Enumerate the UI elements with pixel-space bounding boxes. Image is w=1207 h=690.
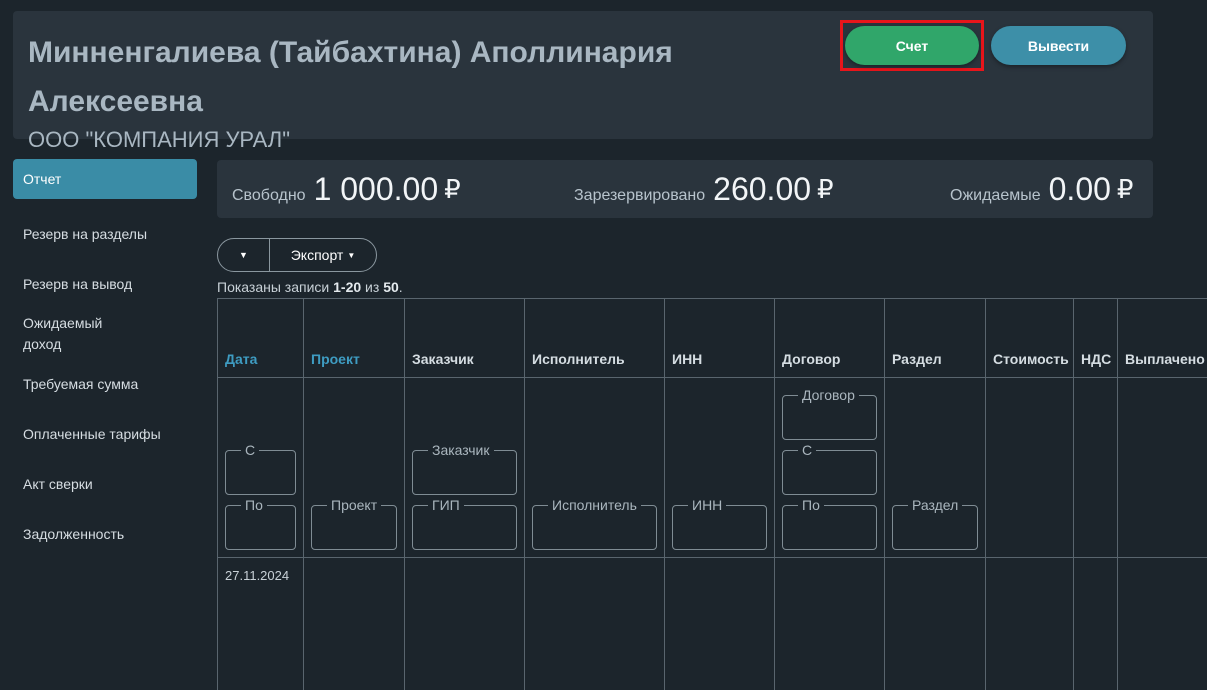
export-label: Экспорт	[290, 247, 344, 263]
caret-down-icon: ▼	[239, 250, 248, 260]
column-header-customer: Заказчик	[404, 298, 525, 378]
ruble-icon: ₽	[817, 173, 834, 204]
balance-reserved-label: Зарезервировано	[574, 187, 706, 204]
balance-free: Свободно 1 000.00 ₽	[232, 160, 461, 218]
column-header-date[interactable]: Дата	[217, 298, 304, 378]
column-header-inn: ИНН	[664, 298, 775, 378]
withdraw-button[interactable]: Вывести	[991, 26, 1126, 65]
cell-inn	[664, 557, 775, 690]
contract-to-filter[interactable]: По	[782, 497, 877, 550]
cell-contractor	[524, 557, 665, 690]
invoice-button[interactable]: Счет	[845, 26, 979, 65]
report-table: Дата Проект Заказчик Исполнитель ИНН Дог…	[217, 298, 1207, 690]
filter-cell-vat	[1073, 377, 1118, 558]
column-header-vat: НДС	[1073, 298, 1118, 378]
filter-cell-section: Раздел	[884, 377, 986, 558]
table-header-row: Дата Проект Заказчик Исполнитель ИНН Дог…	[217, 298, 1207, 378]
records-range: 1-20	[333, 279, 362, 295]
filter-row: С По Проект Заказчик ГИП Исполнитель ИНН…	[217, 377, 1207, 558]
table-toolbar: ▼ Экспорт ▼	[217, 238, 377, 272]
column-header-contractor: Исполнитель	[524, 298, 665, 378]
balance-expected: Ожидаемые 0.00 ₽	[950, 160, 1133, 218]
cell-customer	[404, 557, 525, 690]
filter-cell-project: Проект	[303, 377, 405, 558]
date-from-filter[interactable]: С	[225, 442, 296, 495]
cell-date: 27.11.2024	[217, 557, 304, 690]
balance-free-label: Свободно	[232, 187, 306, 204]
sidebar: Отчет Резерв на разделы Резерв на вывод …	[13, 159, 197, 559]
ruble-icon: ₽	[444, 173, 461, 204]
cell-section	[884, 557, 986, 690]
cell-project	[303, 557, 405, 690]
filter-cell-date: С По	[217, 377, 304, 558]
column-header-section: Раздел	[884, 298, 986, 378]
filter-cell-paid	[1117, 377, 1207, 558]
column-header-contract: Договор	[774, 298, 885, 378]
gip-filter[interactable]: ГИП	[412, 497, 517, 550]
balance-expected-label: Ожидаемые	[950, 187, 1041, 204]
sidebar-item-section-reserve[interactable]: Резерв на разделы	[13, 209, 197, 259]
filter-cell-contract: Договор С По	[774, 377, 885, 558]
inn-filter[interactable]: ИНН	[672, 497, 767, 550]
ruble-icon: ₽	[1116, 173, 1134, 204]
sidebar-item-label: Ожидаемый доход	[23, 315, 103, 352]
filter-cell-customer: Заказчик ГИП	[404, 377, 525, 558]
export-dropdown-button[interactable]: Экспорт ▼	[270, 239, 376, 271]
column-header-paid: Выплачено	[1117, 298, 1207, 378]
section-filter[interactable]: Раздел	[892, 497, 978, 550]
customer-filter[interactable]: Заказчик	[412, 442, 517, 495]
cell-contract	[774, 557, 885, 690]
filter-cell-cost	[985, 377, 1074, 558]
sidebar-item-paid-tariffs[interactable]: Оплаченные тарифы	[13, 409, 197, 459]
sidebar-item-report[interactable]: Отчет	[13, 159, 197, 199]
balance-reserved: Зарезервировано 260.00 ₽	[574, 160, 834, 218]
records-total: 50	[383, 279, 399, 295]
filter-cell-contractor: Исполнитель	[524, 377, 665, 558]
balance-card: Свободно 1 000.00 ₽ Зарезервировано 260.…	[217, 160, 1153, 218]
cell-vat	[1073, 557, 1118, 690]
balance-free-value: 1 000.00	[313, 170, 439, 207]
sidebar-item-reconciliation[interactable]: Акт сверки	[13, 459, 197, 509]
column-header-project[interactable]: Проект	[303, 298, 405, 378]
contract-filter[interactable]: Договор	[782, 387, 877, 440]
cell-paid	[1117, 557, 1207, 690]
project-filter[interactable]: Проект	[311, 497, 397, 550]
caret-down-icon: ▼	[347, 250, 356, 260]
sidebar-item-debt[interactable]: Задолженность	[13, 509, 197, 559]
company-name: ООО "КОМПАНИЯ УРАЛ"	[28, 127, 291, 152]
date-to-filter[interactable]: По	[225, 497, 296, 550]
column-header-cost: Стоимость	[985, 298, 1074, 378]
table-row: 27.11.2024	[217, 557, 1207, 690]
cell-cost	[985, 557, 1074, 690]
contractor-filter[interactable]: Исполнитель	[532, 497, 657, 550]
user-name: Минненгалиева (Тайбахтина) Аполлинария А…	[28, 36, 673, 118]
filter-cell-inn: ИНН	[664, 377, 775, 558]
columns-dropdown-button[interactable]: ▼	[218, 239, 270, 271]
balance-expected-value: 0.00	[1048, 170, 1111, 207]
sidebar-item-expected-income[interactable]: Ожидаемый доход	[13, 309, 197, 359]
contract-from-filter[interactable]: С	[782, 442, 877, 495]
sidebar-item-required-amount[interactable]: Требуемая сумма	[13, 359, 197, 409]
sidebar-item-withdraw-reserve[interactable]: Резерв на вывод	[13, 259, 197, 309]
balance-reserved-value: 260.00	[713, 170, 812, 207]
records-summary: Показаны записи 1-20 из 50.	[217, 279, 403, 295]
